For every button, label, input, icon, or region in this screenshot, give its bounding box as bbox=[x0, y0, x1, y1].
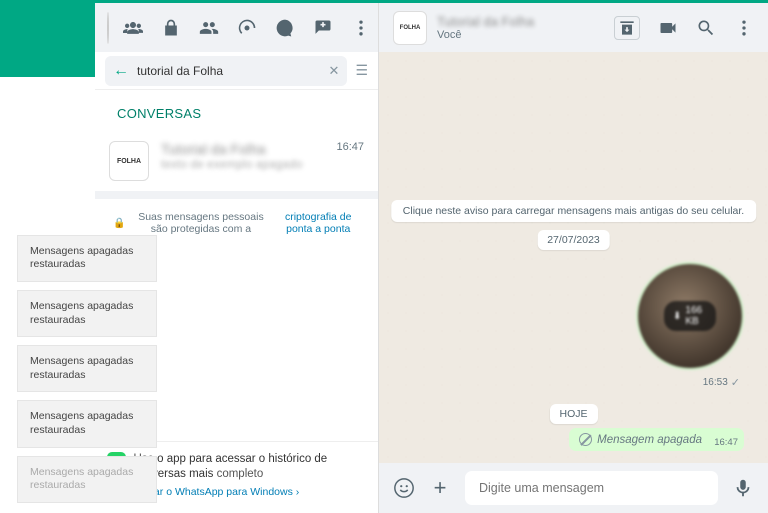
chat-title: Tutorial da Folha bbox=[161, 141, 324, 157]
conversation-avatar: FOLHA bbox=[393, 11, 427, 45]
outgoing-media-message[interactable]: ⬇ 166 KB 16:53 ✓ bbox=[624, 262, 744, 389]
chat-list-item[interactable]: FOLHA Tutorial da Folha texto de exemplo… bbox=[95, 131, 378, 191]
search-input[interactable] bbox=[137, 64, 321, 78]
menu-icon[interactable] bbox=[351, 18, 371, 38]
sidebar-header bbox=[95, 3, 378, 52]
mic-icon[interactable] bbox=[732, 477, 754, 499]
channels-icon[interactable] bbox=[275, 18, 295, 38]
conversation-menu-icon[interactable] bbox=[734, 18, 754, 38]
search-bar: ← ✕ ☰ bbox=[95, 52, 378, 90]
status-icon[interactable] bbox=[237, 18, 257, 38]
message-area[interactable]: Clique neste aviso para carregar mensage… bbox=[379, 52, 768, 463]
toast-item: Mensagens apagadas restauradas bbox=[17, 345, 157, 392]
toast-item: Mensagens apagadas restauradas bbox=[17, 400, 157, 447]
section-header-conversas: CONVERSAS bbox=[95, 90, 378, 131]
sent-check-icon: ✓ bbox=[731, 376, 740, 389]
lock-icon[interactable] bbox=[161, 18, 181, 38]
blocked-icon bbox=[579, 433, 592, 446]
chat-time: 16:47 bbox=[336, 141, 364, 181]
conversation-header[interactable]: FOLHA Tutorial da Folha Você bbox=[379, 3, 768, 52]
archive-icon[interactable] bbox=[614, 16, 640, 40]
toast-item: Mensagens apagadas restauradas bbox=[17, 456, 157, 503]
toast-item: Mensagens apagadas restauradas bbox=[17, 290, 157, 337]
download-badge[interactable]: ⬇ 166 KB bbox=[664, 301, 716, 331]
chat-subtitle: texto de exemplo apagado bbox=[161, 157, 324, 171]
clear-search-icon[interactable]: ✕ bbox=[329, 63, 340, 79]
attach-icon[interactable]: + bbox=[429, 477, 451, 499]
filter-icon[interactable]: ☰ bbox=[355, 62, 368, 79]
composer: + bbox=[379, 463, 768, 513]
message-input[interactable] bbox=[465, 471, 718, 505]
new-chat-icon[interactable] bbox=[313, 18, 333, 38]
message-time: 16:47 bbox=[714, 437, 738, 448]
emoji-icon[interactable] bbox=[393, 477, 415, 499]
conversation-subtitle: Você bbox=[437, 29, 534, 41]
conversation-title: Tutorial da Folha bbox=[437, 14, 534, 29]
video-call-icon[interactable] bbox=[658, 18, 678, 38]
group-icon[interactable] bbox=[199, 18, 219, 38]
load-older-notice[interactable]: Clique neste aviso para carregar mensage… bbox=[391, 200, 756, 222]
profile-avatar[interactable] bbox=[107, 12, 109, 44]
community-icon[interactable] bbox=[123, 18, 143, 38]
encryption-link[interactable]: criptografia de ponta a ponta bbox=[276, 211, 360, 235]
toast-stack: Mensagens apagadas restauradas Mensagens… bbox=[17, 235, 157, 503]
download-icon: ⬇ bbox=[673, 311, 681, 322]
conversation-pane: FOLHA Tutorial da Folha Você Clique nest… bbox=[379, 3, 768, 513]
search-back-icon[interactable]: ← bbox=[113, 62, 129, 80]
search-conversation-icon[interactable] bbox=[696, 18, 716, 38]
toast-item: Mensagens apagadas restauradas bbox=[17, 235, 157, 282]
date-chip: 27/07/2023 bbox=[537, 230, 610, 250]
lock-small-icon: 🔒 bbox=[113, 218, 125, 229]
message-time: 16:53 bbox=[703, 377, 728, 388]
date-chip: HOJE bbox=[549, 404, 597, 424]
chat-avatar: FOLHA bbox=[109, 141, 149, 181]
deleted-message: Mensagem apagada 16:47 bbox=[569, 428, 744, 451]
